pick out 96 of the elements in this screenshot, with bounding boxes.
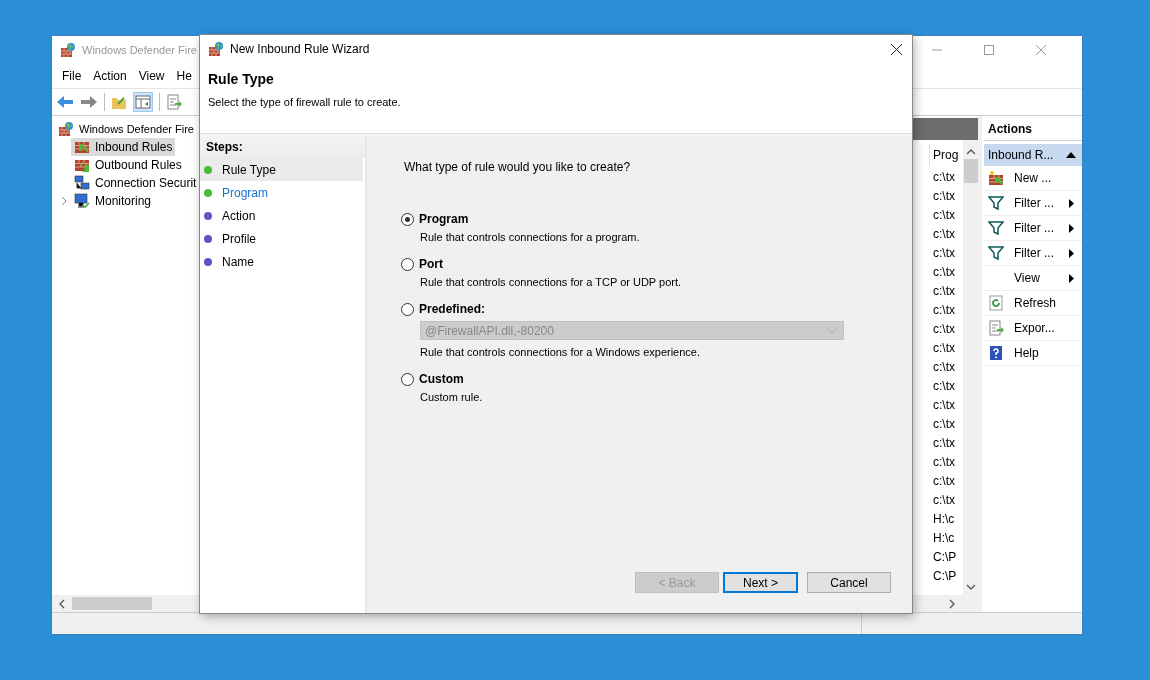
scrollbar-thumb[interactable] [72,597,152,610]
collapse-triangle-icon[interactable] [1066,152,1076,158]
list-cell[interactable]: c:\tx [929,396,963,415]
list-cell[interactable]: c:\tx [929,358,963,377]
list-cell[interactable]: c:\tx [929,453,963,472]
task-link[interactable]: New ... [984,166,1082,191]
computers-icon [74,175,90,191]
help-icon [988,345,1004,361]
scroll-up-icon[interactable] [965,148,976,156]
list-cell[interactable]: H:\c [929,529,963,548]
section-header[interactable]: Inbound R... [984,144,1082,166]
task-link[interactable]: Filter ... [984,191,1082,216]
window-title: Windows Defender Fire [82,44,197,56]
scroll-left-icon[interactable] [58,598,66,609]
page-subtitle: Select the type of firewall rule to create. [208,96,402,108]
maximize-icon[interactable] [984,45,994,55]
brick-wall-arrow-in-icon [74,139,90,155]
list-cell[interactable]: c:\tx [929,301,963,320]
firewall-icon [208,41,224,57]
list-cell[interactable]: c:\tx [929,320,963,339]
scroll-down-icon[interactable] [965,583,976,591]
new-rule-icon [988,170,1004,186]
list-cell[interactable]: c:\tx [929,339,963,358]
step-item[interactable]: Action [200,204,363,227]
dialog-button[interactable]: Next > [723,572,798,593]
radio-button[interactable] [401,302,414,316]
tree-item[interactable]: Connection Securit [71,174,200,192]
export-list-icon[interactable] [166,94,182,110]
dialog-button[interactable]: Cancel [807,572,891,593]
pane-title: Actions [984,118,1082,141]
list-cell[interactable]: c:\tx [929,415,963,434]
menu-item[interactable]: Action [87,69,133,83]
menu-item[interactable]: He [170,69,198,83]
expand-chevron-icon[interactable] [60,196,68,206]
steps-title: Steps: [200,136,365,158]
option-description: Rule that controls connections for a TCP or UDP port. [419,275,683,290]
radio-button[interactable] [401,257,414,271]
task-link[interactable]: View [984,266,1082,291]
chevron-down-icon [827,327,837,334]
list-cell[interactable]: c:\tx [929,377,963,396]
folder-icon[interactable] [111,94,127,110]
option-description: Rule that controls connections for a program. [419,230,641,245]
list-cell[interactable]: c:\tx [929,472,963,491]
task-link[interactable]: Refresh [984,291,1082,316]
task-link[interactable]: Filter ... [984,241,1082,266]
step-item[interactable]: Name [200,250,363,273]
option-label[interactable]: Custom [419,372,464,386]
back-arrow-icon[interactable] [56,95,74,109]
tree-item[interactable]: Windows Defender Fire [55,120,197,138]
task-link[interactable]: Help [984,341,1082,366]
list-cell[interactable]: c:\tx [929,206,963,225]
list-cell[interactable]: H:\c [929,510,963,529]
dialog-title: New Inbound Rule Wizard [230,42,370,56]
list-cell[interactable]: c:\tx [929,225,963,244]
close-icon[interactable] [891,43,902,55]
option-description: Rule that controls connections for a Windows experience. [419,345,702,360]
question-text: What type of rule would you like to create? [404,160,632,174]
step-item[interactable]: Rule Type [200,158,363,181]
list-cell[interactable]: c:\tx [929,434,963,453]
filter-icon [988,195,1004,211]
page-heading: Rule Type [208,71,275,87]
tree-item[interactable]: Monitoring [71,192,155,210]
list-cell[interactable]: c:\tx [929,282,963,301]
step-item[interactable]: Profile [200,227,363,250]
export-list-icon [988,320,1004,336]
refresh-icon [988,295,1004,311]
filter-icon [988,245,1004,261]
panel-icon[interactable] [133,92,153,112]
brick-wall-arrow-out-icon [74,157,90,173]
list-cell[interactable]: c:\tx [929,244,963,263]
task-link[interactable]: Filter ... [984,216,1082,241]
step-link[interactable]: Program [200,181,363,204]
menu-item[interactable]: File [56,69,88,83]
list-cell[interactable]: C:\P [929,567,963,586]
list-cell[interactable]: c:\tx [929,263,963,282]
option-label[interactable]: Predefined: [419,302,485,316]
firewall-icon [58,121,74,137]
radio-button[interactable] [401,372,414,386]
scrollbar-thumb[interactable] [963,159,978,183]
menu-item[interactable]: View [132,69,171,83]
option-description: Custom rule. [419,390,484,405]
list-cell[interactable]: c:\tx [929,491,963,510]
forward-arrow-icon[interactable] [80,95,98,109]
firewall-icon [60,42,76,58]
monitor-icon [74,193,90,209]
tree-item[interactable]: Inbound Rules [71,138,176,156]
tree-item[interactable]: Outbound Rules [71,156,185,174]
radio-button[interactable] [401,212,414,226]
scroll-right-icon[interactable] [948,598,956,609]
option-label[interactable]: Program [419,212,469,226]
filter-icon [988,220,1004,236]
task-link[interactable]: Expor... [984,316,1082,341]
list-cell[interactable]: c:\tx [929,187,963,206]
option-label[interactable]: Port [419,257,443,271]
list-cell[interactable]: C:\P [929,548,963,567]
list-cell[interactable]: c:\tx [929,168,963,187]
